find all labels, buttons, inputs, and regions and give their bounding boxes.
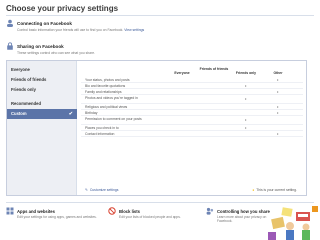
block-lists-title: Block lists (119, 208, 140, 214)
column-header-everyone: Everyone (174, 71, 190, 75)
block-icon (108, 207, 116, 215)
view-settings-link[interactable]: View settings (124, 28, 144, 32)
apps-websites-title: Apps and websites (17, 208, 55, 214)
sidebar-item-custom[interactable]: Custom ✔ (7, 109, 77, 119)
sharing-desc: These settings control who can see what … (17, 50, 96, 55)
apps-websites-desc[interactable]: Edit your settings for using apps, games… (17, 215, 98, 219)
connecting-title: Connecting on Facebook (17, 20, 72, 26)
sidebar-item-friends-only[interactable]: Friends only (7, 85, 77, 95)
customize-settings-link[interactable]: ✎ Customize settings (85, 188, 119, 192)
lock-icon (6, 42, 14, 50)
sharing-title: Sharing on Facebook (17, 43, 64, 49)
user-icon (6, 19, 14, 27)
column-header-other: Other (273, 71, 283, 75)
privacy-sidebar: Everyone Friends of friends Friends only… (7, 61, 77, 195)
check-mark-icon: • (245, 96, 247, 101)
table-row[interactable]: Contact information • (81, 131, 303, 137)
current-setting-icon: ● (252, 188, 255, 192)
share-icon (206, 207, 214, 215)
pencil-icon: ✎ (85, 188, 88, 192)
current-setting-note: ● This is your current setting. (252, 188, 297, 192)
check-mark-icon: • (245, 117, 247, 122)
sidebar-item-friends-of-friends[interactable]: Friends of friends (7, 75, 77, 85)
controlling-share-title: Controlling how you share (217, 208, 270, 214)
connecting-desc: Control basic information your friends w… (17, 27, 124, 32)
block-lists-desc[interactable]: Edit your lists of blocked people and ap… (119, 215, 200, 219)
divider (6, 15, 314, 16)
sharing-section: Sharing on Facebook These settings contr… (6, 42, 306, 55)
panel-footer: ✎ Customize settings ● This is your curr… (81, 185, 303, 195)
page-title: Choose your privacy settings (6, 4, 119, 13)
apps-icon (6, 207, 14, 215)
checkmark-icon: ✔ (68, 111, 73, 117)
check-mark-icon: • (277, 131, 279, 136)
sidebar-item-everyone[interactable]: Everyone (7, 65, 77, 75)
cartoon-illustration (268, 200, 320, 240)
column-header-friends-only: Friends only (235, 71, 257, 75)
table-row[interactable]: Photos and videos you're tagged in • (81, 95, 303, 104)
table-row[interactable]: Permission to comment on your posts • (81, 116, 303, 125)
sidebar-item-recommended[interactable]: Recommended (7, 99, 77, 109)
controlling-share-section[interactable]: Controlling how you share Learn more abo… (206, 207, 276, 223)
column-header-friends-of-friends: Friends of friends (199, 67, 229, 71)
connecting-section: Connecting on Facebook Control basic inf… (6, 19, 306, 32)
block-lists-section[interactable]: Block lists Edit your lists of blocked p… (108, 207, 200, 219)
apps-websites-section[interactable]: Apps and websites Edit your settings for… (6, 207, 98, 219)
privacy-panel: Everyone Friends of friends Friends only… (6, 60, 307, 196)
